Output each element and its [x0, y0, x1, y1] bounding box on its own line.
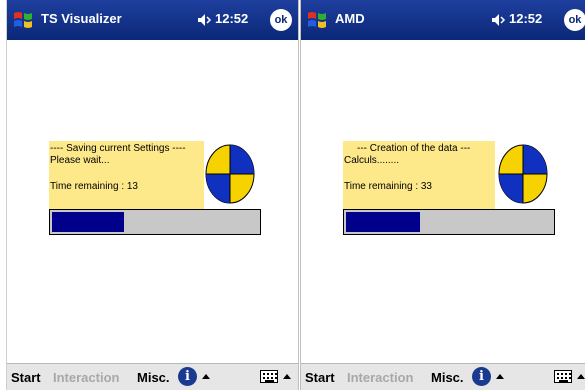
windows-flag-icon[interactable]	[305, 8, 329, 32]
device-screen-left: TS Visualizer 12:52 ok ---- Saving curre…	[6, 0, 299, 390]
menu-start[interactable]: Start	[305, 370, 335, 385]
progress-bar-fill	[346, 212, 420, 232]
clock[interactable]: 12:52	[509, 11, 542, 26]
progress-dialog: ---- Saving current Settings ---- Please…	[49, 141, 204, 209]
app-title: AMD	[335, 11, 365, 26]
time-remaining: Time remaining : 13	[50, 181, 138, 192]
dialog-message: Calculs........	[344, 155, 400, 166]
ok-button[interactable]: ok	[270, 9, 292, 31]
title-bar: AMD 12:52 ok	[301, 0, 585, 40]
progress-bar	[49, 209, 261, 235]
time-remaining: Time remaining : 33	[344, 181, 432, 192]
speaker-icon[interactable]	[490, 12, 506, 28]
keyboard-icon[interactable]	[260, 370, 278, 383]
windows-flag-icon[interactable]	[11, 8, 35, 32]
pie-clock-icon	[498, 144, 548, 204]
ok-button[interactable]: ok	[564, 9, 585, 31]
device-screen-right: AMD 12:52 ok --- Creation of the data --…	[300, 0, 585, 390]
up-arrow-icon[interactable]	[496, 374, 504, 379]
menu-interaction: Interaction	[53, 370, 120, 385]
progress-bar	[343, 209, 555, 235]
menu-bar: Start Interaction Misc. i	[301, 363, 585, 390]
progress-bar-fill	[52, 212, 124, 232]
app-title: TS Visualizer	[41, 11, 122, 26]
progress-dialog: --- Creation of the data --- Calculs....…	[343, 141, 495, 209]
menu-interaction: Interaction	[347, 370, 414, 385]
title-bar: TS Visualizer 12:52 ok	[7, 0, 298, 40]
keyboard-icon[interactable]	[554, 370, 572, 383]
dialog-message: Please wait...	[50, 155, 110, 166]
info-icon[interactable]: i	[472, 367, 491, 386]
up-arrow-icon[interactable]	[577, 374, 585, 379]
menu-misc[interactable]: Misc.	[431, 370, 464, 385]
menu-misc[interactable]: Misc.	[137, 370, 170, 385]
clock[interactable]: 12:52	[215, 11, 248, 26]
speaker-icon[interactable]	[196, 12, 212, 28]
pie-clock-icon	[205, 144, 255, 204]
menu-start[interactable]: Start	[11, 370, 41, 385]
info-icon[interactable]: i	[178, 367, 197, 386]
menu-bar: Start Interaction Misc. i	[7, 363, 298, 390]
up-arrow-icon[interactable]	[202, 374, 210, 379]
dialog-heading: ---- Saving current Settings ----	[50, 143, 186, 154]
dialog-heading: --- Creation of the data ---	[357, 143, 471, 154]
up-arrow-icon[interactable]	[283, 374, 291, 379]
